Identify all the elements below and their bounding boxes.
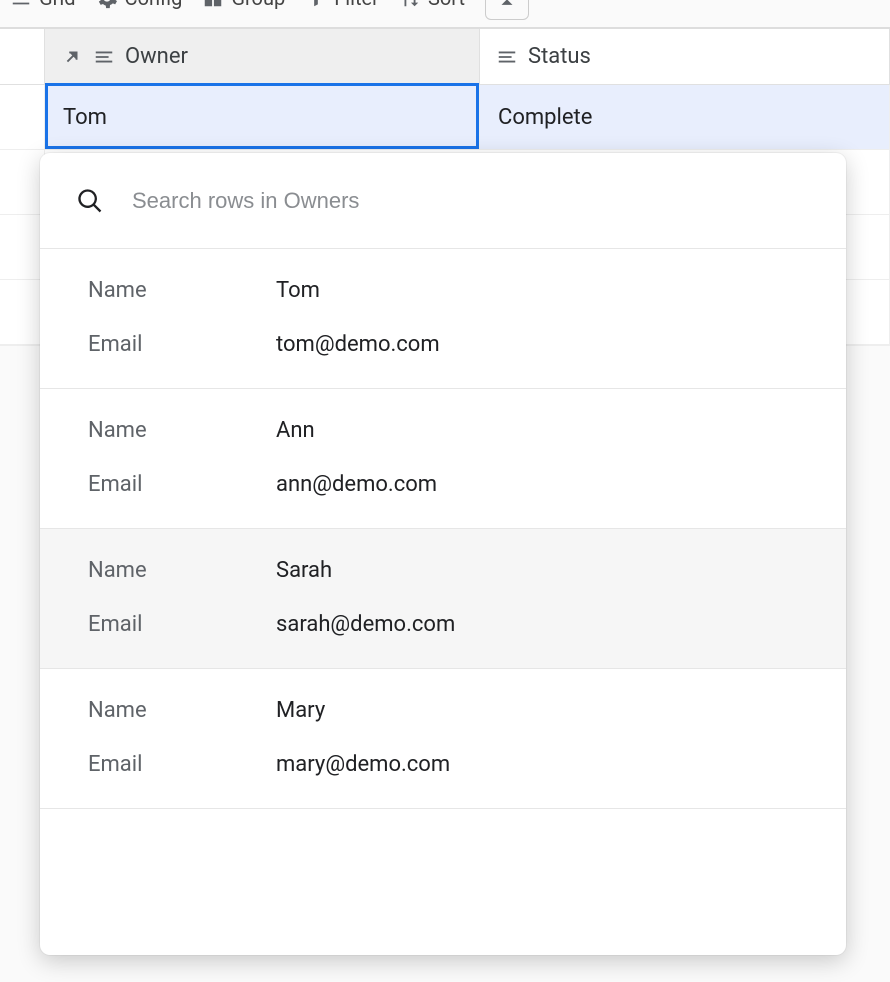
field-label-email: Email: [88, 331, 276, 359]
cell-owner[interactable]: Tom: [45, 85, 480, 150]
collapse-toolbar-button[interactable]: [485, 0, 529, 20]
cell-status-value: Complete: [498, 105, 592, 130]
lookup-option[interactable]: Name Tom Email tom@demo.com: [40, 249, 846, 389]
field-value-email: sarah@demo.com: [276, 611, 455, 639]
cell-owner-value: Tom: [63, 105, 107, 130]
lookup-search-input[interactable]: [132, 188, 810, 214]
header-stub: [0, 29, 45, 85]
filter-icon: [305, 0, 327, 9]
lookup-search-row: [40, 153, 846, 249]
field-value-email: tom@demo.com: [276, 331, 440, 359]
sort-icon: [399, 0, 421, 9]
lookup-option[interactable]: Name Mary Email mary@demo.com: [40, 669, 846, 809]
gear-icon: [96, 0, 118, 9]
cell-status[interactable]: Complete: [480, 85, 890, 150]
sort-label: Sort: [428, 0, 465, 10]
field-value-name: Mary: [276, 697, 325, 725]
config-button[interactable]: Config: [96, 0, 183, 10]
field-label-email: Email: [88, 751, 276, 779]
grid-header-row: Owner Status: [0, 29, 890, 85]
field-label-name: Name: [88, 277, 276, 305]
list-icon: [10, 0, 32, 9]
field-label-name: Name: [88, 557, 276, 585]
group-button[interactable]: Group: [202, 0, 285, 10]
column-header-owner[interactable]: Owner: [45, 29, 480, 85]
field-label-email: Email: [88, 471, 276, 499]
field-value-name: Tom: [276, 277, 320, 305]
field-label-email: Email: [88, 611, 276, 639]
field-label-name: Name: [88, 417, 276, 445]
filter-button[interactable]: Filter: [305, 0, 379, 10]
field-value-email: mary@demo.com: [276, 751, 450, 779]
view-mode-label: Grid: [39, 0, 76, 10]
column-header-status[interactable]: Status: [480, 29, 890, 85]
field-value-email: ann@demo.com: [276, 471, 437, 499]
lookup-spacer: [40, 809, 846, 955]
link-arrow-icon: [61, 46, 83, 68]
column-header-owner-label: Owner: [125, 44, 188, 69]
group-label: Group: [231, 0, 285, 10]
config-label: Config: [125, 0, 183, 10]
lookup-dropdown: Name Tom Email tom@demo.com Name Ann Ema…: [40, 153, 846, 955]
text-lines-icon: [496, 46, 518, 68]
column-header-status-label: Status: [528, 44, 591, 69]
field-label-name: Name: [88, 697, 276, 725]
view-toolbar: Grid Config Group Filter Sort: [0, 0, 890, 28]
lookup-option[interactable]: Name Sarah Email sarah@demo.com: [40, 529, 846, 669]
view-mode-button[interactable]: Grid: [10, 0, 76, 10]
row-stub[interactable]: [0, 85, 45, 150]
filter-label: Filter: [334, 0, 379, 10]
search-icon: [76, 187, 104, 215]
chevron-up-icon: [496, 0, 518, 14]
group-icon: [202, 0, 224, 9]
field-value-name: Sarah: [276, 557, 332, 585]
sort-button[interactable]: Sort: [399, 0, 465, 10]
lookup-option[interactable]: Name Ann Email ann@demo.com: [40, 389, 846, 529]
table-row: Tom Complete: [0, 85, 890, 150]
text-lines-icon: [93, 46, 115, 68]
field-value-name: Ann: [276, 417, 315, 445]
